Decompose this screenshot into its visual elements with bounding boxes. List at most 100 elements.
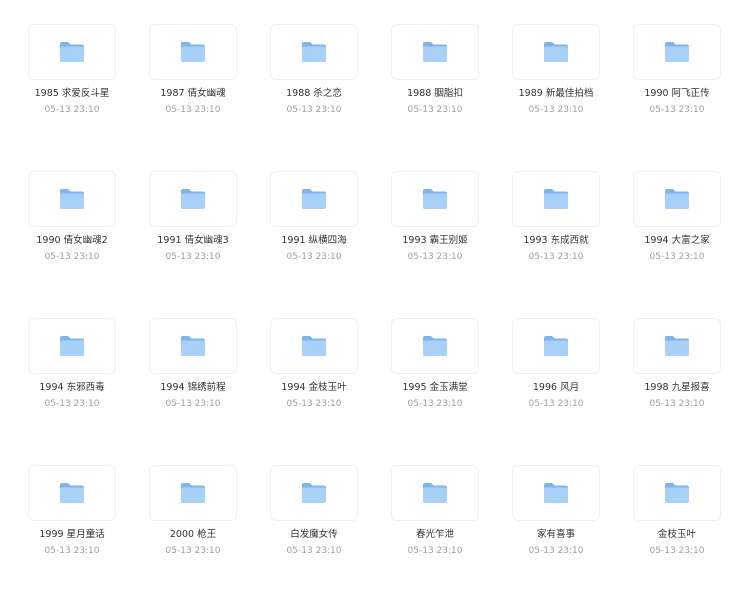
folder-icon (180, 482, 206, 504)
folder-item[interactable]: 1988 杀之恋 05-13 23:10 (259, 24, 369, 117)
folder-name[interactable]: 家有喜事 (501, 528, 611, 542)
folder-thumbnail[interactable] (270, 24, 358, 80)
folder-name[interactable]: 白发魔女传 (259, 528, 369, 542)
folder-thumbnail[interactable] (512, 171, 600, 227)
folder-icon (59, 188, 85, 210)
folder-name[interactable]: 1994 锦绣前程 (138, 381, 248, 395)
folder-date: 05-13 23:10 (286, 546, 342, 556)
folder-thumbnail[interactable] (633, 24, 721, 80)
folder-name[interactable]: 1994 东邪西毒 (17, 381, 127, 395)
folder-thumbnail[interactable] (28, 171, 116, 227)
folder-thumbnail[interactable] (149, 465, 237, 521)
folder-thumbnail[interactable] (512, 465, 600, 521)
folder-item[interactable]: 1996 风月 05-13 23:10 (501, 318, 611, 411)
folder-thumbnail[interactable] (512, 318, 600, 374)
folder-icon (59, 335, 85, 357)
folder-icon (664, 188, 690, 210)
folder-item[interactable]: 春光乍泄 05-13 23:10 (380, 465, 490, 558)
folder-thumbnail[interactable] (633, 318, 721, 374)
folder-item[interactable]: 1987 倩女幽魂 05-13 23:10 (138, 24, 248, 117)
folder-icon (664, 482, 690, 504)
folder-thumbnail[interactable] (28, 24, 116, 80)
folder-item[interactable]: 家有喜事 05-13 23:10 (501, 465, 611, 558)
folder-thumbnail[interactable] (28, 465, 116, 521)
folder-item[interactable]: 2000 枪王 05-13 23:10 (138, 465, 248, 558)
folder-name[interactable]: 1990 倩女幽魂2 (17, 234, 127, 248)
folder-date: 05-13 23:10 (44, 546, 100, 556)
folder-thumbnail[interactable] (28, 318, 116, 374)
folder-date: 05-13 23:10 (649, 399, 705, 409)
folder-item[interactable]: 1985 求爱反斗星 05-13 23:10 (17, 24, 127, 117)
folder-icon (59, 41, 85, 63)
folder-item[interactable]: 金枝玉叶 05-13 23:10 (622, 465, 732, 558)
folder-date: 05-13 23:10 (286, 105, 342, 115)
folder-item[interactable]: 1999 星月童话 05-13 23:10 (17, 465, 127, 558)
folder-name[interactable]: 1988 胭脂扣 (380, 87, 490, 101)
folder-name[interactable]: 春光乍泄 (380, 528, 490, 542)
folder-name[interactable]: 1987 倩女幽魂 (138, 87, 248, 101)
folder-thumbnail[interactable] (270, 171, 358, 227)
folder-item[interactable]: 1995 金玉满堂 05-13 23:10 (380, 318, 490, 411)
folder-thumbnail[interactable] (391, 465, 479, 521)
folder-thumbnail[interactable] (391, 24, 479, 80)
folder-thumbnail[interactable] (391, 318, 479, 374)
folder-icon (59, 482, 85, 504)
folder-date: 05-13 23:10 (649, 105, 705, 115)
folder-name[interactable]: 1991 倩女幽魂3 (138, 234, 248, 248)
folder-name[interactable]: 1991 纵横四海 (259, 234, 369, 248)
folder-item[interactable]: 1994 金枝玉叶 05-13 23:10 (259, 318, 369, 411)
folder-name[interactable]: 1998 九星报喜 (622, 381, 732, 395)
folder-thumbnail[interactable] (270, 318, 358, 374)
folder-icon (422, 188, 448, 210)
folder-item[interactable]: 白发魔女传 05-13 23:10 (259, 465, 369, 558)
folder-item[interactable]: 1998 九星报喜 05-13 23:10 (622, 318, 732, 411)
folder-item[interactable]: 1991 倩女幽魂3 05-13 23:10 (138, 171, 248, 264)
folder-thumbnail[interactable] (149, 24, 237, 80)
folder-item[interactable]: 1988 胭脂扣 05-13 23:10 (380, 24, 490, 117)
folder-icon (664, 41, 690, 63)
folder-thumbnail[interactable] (633, 465, 721, 521)
folder-name[interactable]: 1989 新最佳拍档 (501, 87, 611, 101)
folder-icon (301, 41, 327, 63)
folder-item[interactable]: 1993 霸王别姬 05-13 23:10 (380, 171, 490, 264)
folder-name[interactable]: 1985 求爱反斗星 (17, 87, 127, 101)
folder-item[interactable]: 1994 锦绣前程 05-13 23:10 (138, 318, 248, 411)
folder-name[interactable]: 1995 金玉满堂 (380, 381, 490, 395)
folder-icon (543, 482, 569, 504)
folder-item[interactable]: 1991 纵横四海 05-13 23:10 (259, 171, 369, 264)
folder-name[interactable]: 1993 霸王别姬 (380, 234, 490, 248)
folder-date: 05-13 23:10 (407, 252, 463, 262)
folder-thumbnail[interactable] (149, 318, 237, 374)
folder-item[interactable]: 1994 东邪西毒 05-13 23:10 (17, 318, 127, 411)
folder-name[interactable]: 1988 杀之恋 (259, 87, 369, 101)
folder-date: 05-13 23:10 (165, 399, 221, 409)
folder-thumbnail[interactable] (270, 465, 358, 521)
folder-item[interactable]: 1993 东成西就 05-13 23:10 (501, 171, 611, 264)
folder-thumbnail[interactable] (633, 171, 721, 227)
folder-name[interactable]: 1990 阿飞正传 (622, 87, 732, 101)
folder-item[interactable]: 1990 阿飞正传 05-13 23:10 (622, 24, 732, 117)
folder-icon (543, 188, 569, 210)
folder-name[interactable]: 1999 星月童话 (17, 528, 127, 542)
folder-name[interactable]: 1993 东成西就 (501, 234, 611, 248)
folder-date: 05-13 23:10 (528, 546, 584, 556)
folder-item[interactable]: 1989 新最佳拍档 05-13 23:10 (501, 24, 611, 117)
folder-date: 05-13 23:10 (528, 399, 584, 409)
folder-item[interactable]: 1994 大富之家 05-13 23:10 (622, 171, 732, 264)
folder-date: 05-13 23:10 (165, 252, 221, 262)
folder-thumbnail[interactable] (512, 24, 600, 80)
folder-item[interactable]: 1990 倩女幽魂2 05-13 23:10 (17, 171, 127, 264)
folder-thumbnail[interactable] (391, 171, 479, 227)
folder-date: 05-13 23:10 (44, 105, 100, 115)
folder-icon (664, 335, 690, 357)
folder-name[interactable]: 1994 金枝玉叶 (259, 381, 369, 395)
folder-icon (422, 335, 448, 357)
folder-thumbnail[interactable] (149, 171, 237, 227)
folder-name[interactable]: 2000 枪王 (138, 528, 248, 542)
folder-icon (301, 335, 327, 357)
folder-name[interactable]: 金枝玉叶 (622, 528, 732, 542)
folder-date: 05-13 23:10 (286, 252, 342, 262)
folder-date: 05-13 23:10 (528, 252, 584, 262)
folder-name[interactable]: 1994 大富之家 (622, 234, 732, 248)
folder-name[interactable]: 1996 风月 (501, 381, 611, 395)
